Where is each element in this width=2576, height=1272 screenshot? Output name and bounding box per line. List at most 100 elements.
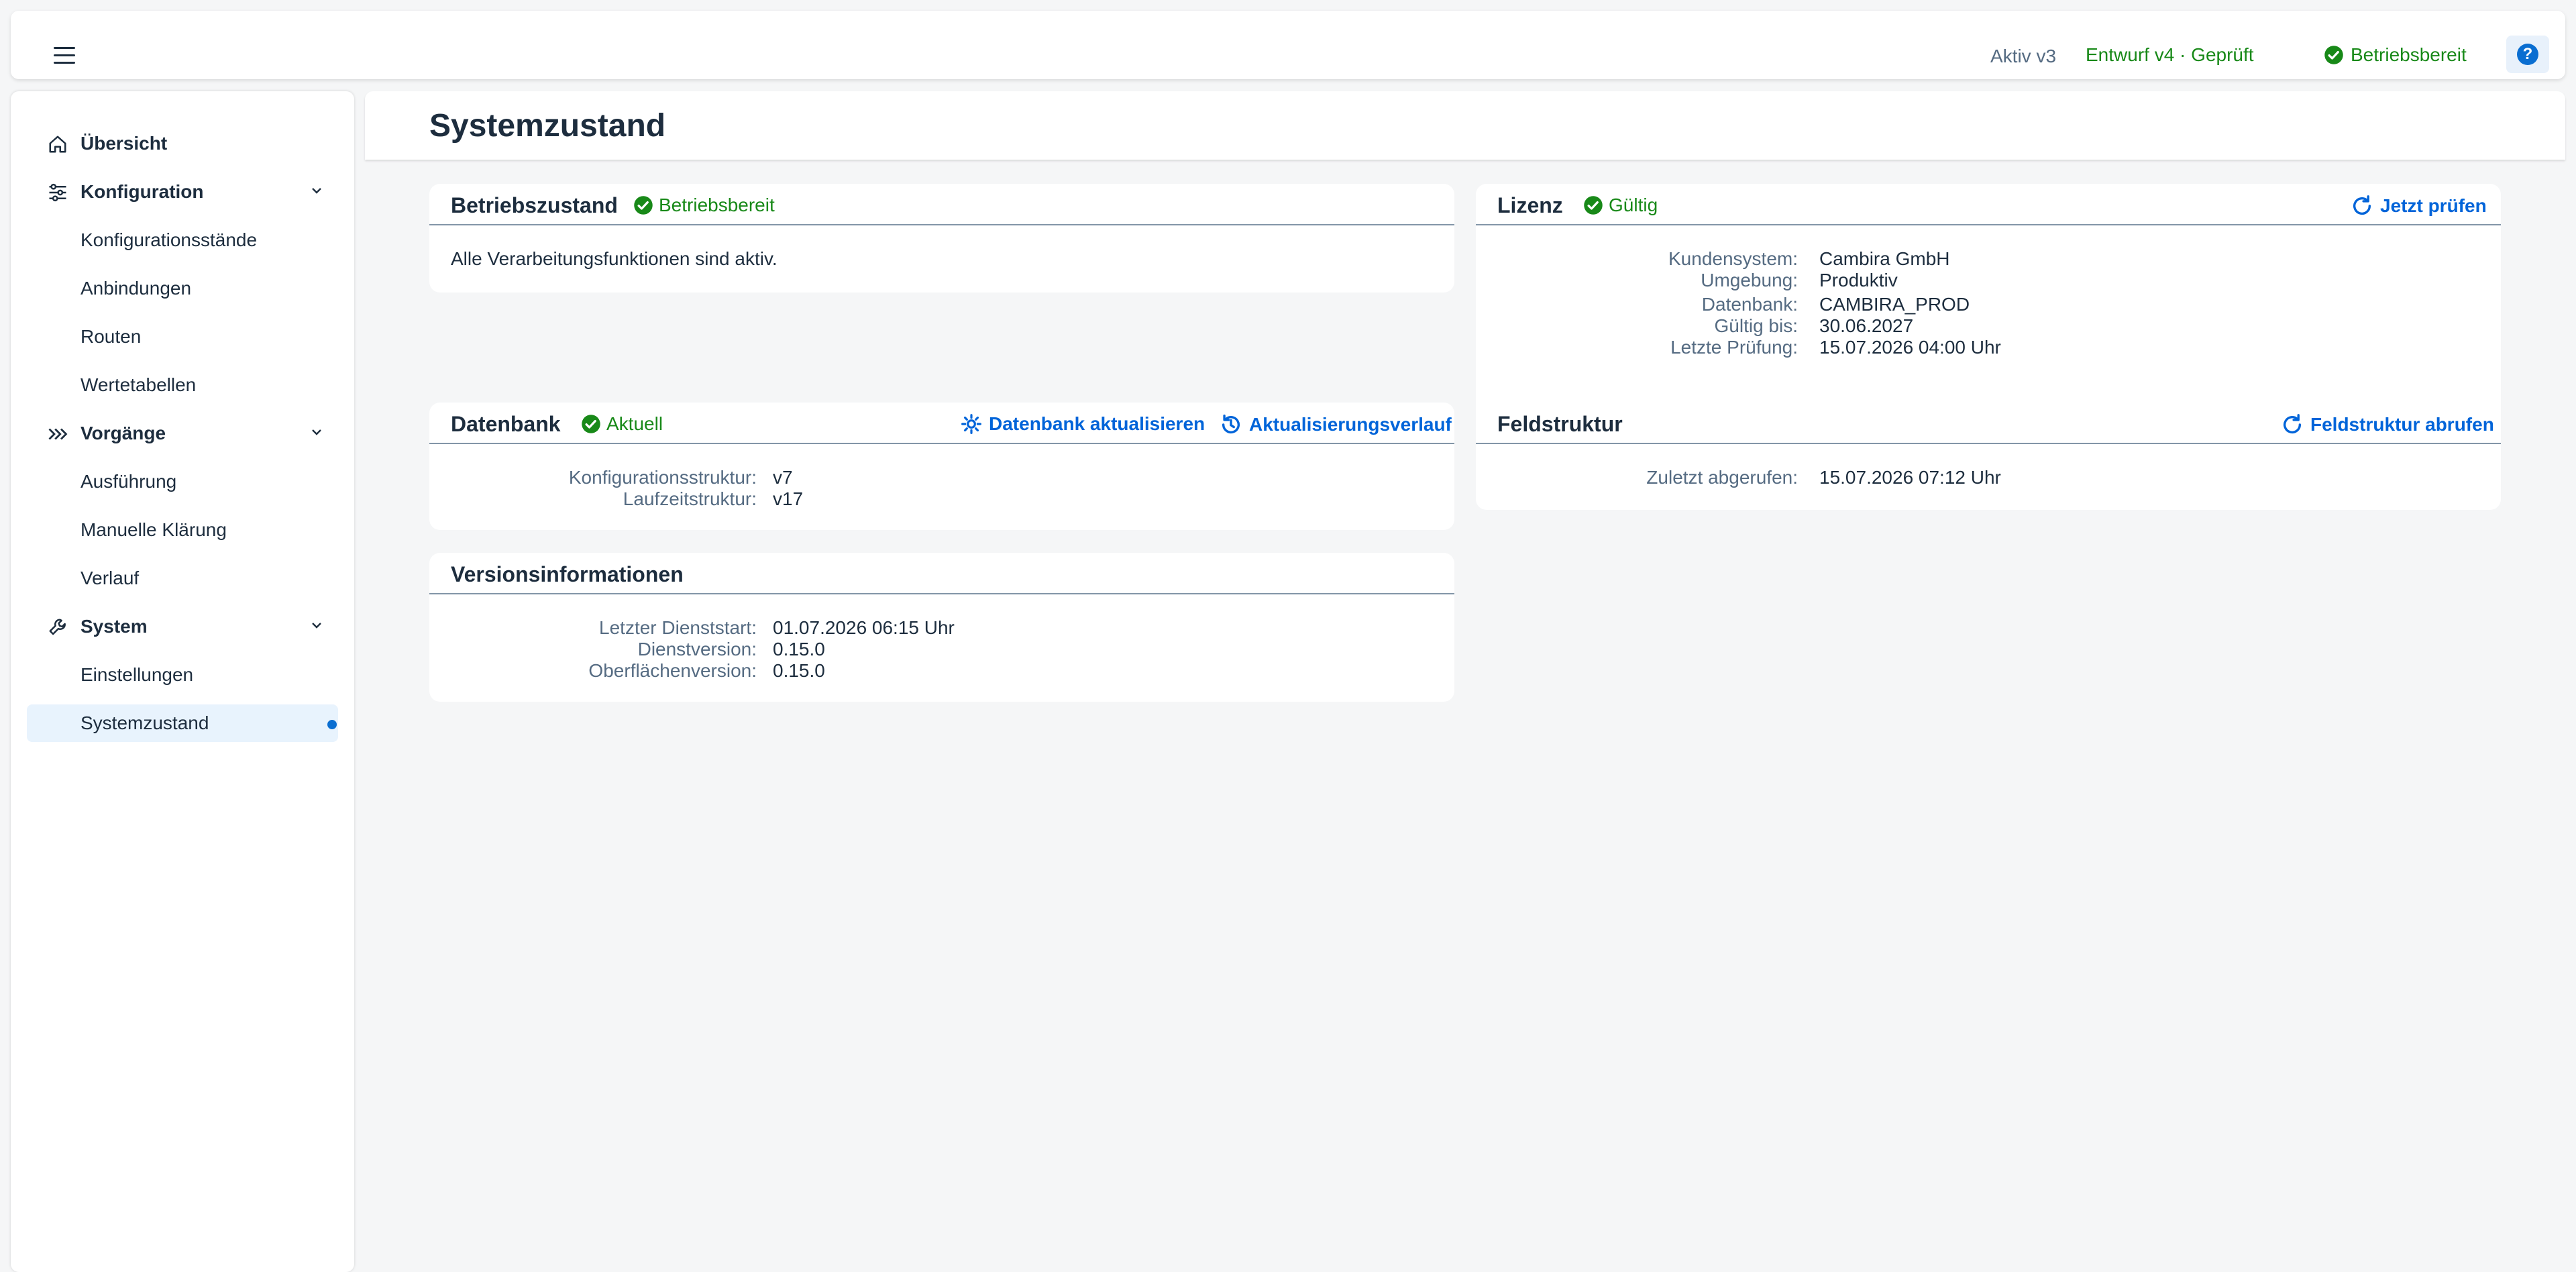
update-database-label: Datenbank aktualisieren — [989, 413, 1205, 434]
sidebar-item-label: Anbindungen — [80, 278, 192, 299]
operational-status-card: Betriebszustand Betriebsbereit Alle Vera… — [429, 184, 1454, 293]
home-icon — [49, 136, 66, 153]
page-header: Systemzustand — [365, 91, 2565, 160]
license-value: Cambira GmbH — [1819, 248, 1950, 269]
selected-indicator — [327, 720, 337, 729]
card-title: Datenbank — [451, 412, 561, 436]
check-circle-icon — [1584, 196, 1603, 215]
sidebar-item-ausfuehrung[interactable]: Ausführung — [27, 463, 338, 500]
version-key: Dienstversion: — [637, 639, 757, 659]
license-key: Datenbank: — [1701, 294, 1798, 315]
card-title: Lizenz — [1497, 193, 1563, 217]
process-arrows-icon — [48, 428, 68, 440]
license-value: 30.06.2027 — [1819, 315, 1914, 336]
check-now-button[interactable]: Jetzt prüfen — [2351, 195, 2487, 217]
sidebar: Übersicht Konfiguration Konfigurationsst… — [11, 91, 354, 1272]
fetch-field-structure-button[interactable]: Feldstruktur abrufen — [2281, 413, 2494, 436]
shell-bar: Aktiv v3 Entwurf v4 · Geprüft Betriebsbe… — [11, 11, 2565, 79]
field-structure-value: 15.07.2026 07:12 Uhr — [1819, 467, 2001, 488]
sidebar-item-label: System — [80, 616, 148, 637]
license-value: 15.07.2026 04:00 Uhr — [1819, 337, 2001, 358]
check-circle-icon — [2324, 46, 2343, 64]
check-circle-icon — [634, 196, 653, 215]
license-value: CAMBIRA_PROD — [1819, 294, 1970, 315]
status-text: Betriebsbereit — [659, 195, 775, 215]
sidebar-item-manuelle-klaerung[interactable]: Manuelle Klärung — [27, 511, 338, 549]
card-header: Datenbank Aktuell Datenbank aktualisiere… — [429, 403, 1454, 444]
update-database-button[interactable]: Datenbank aktualisieren — [961, 413, 1205, 435]
card-header: Lizenz Gültig Jetzt prüfen — [1476, 184, 2501, 225]
update-history-button[interactable]: Aktualisierungsverlauf — [1220, 413, 1452, 436]
sidebar-item-uebersicht[interactable]: Übersicht — [27, 125, 338, 162]
menu-icon[interactable] — [54, 47, 75, 64]
sidebar-item-label: Ausführung — [80, 471, 177, 492]
sidebar-item-routen[interactable]: Routen — [27, 318, 338, 356]
status-badge: Aktuell — [581, 413, 663, 435]
version-value: 0.15.0 — [773, 660, 825, 681]
status-badge: Betriebsbereit — [633, 195, 775, 216]
main-content: Systemzustand Betriebszustand Betriebsbe… — [365, 91, 2565, 1272]
version-key: Oberflächenversion: — [588, 660, 757, 681]
card-header: Betriebszustand Betriebsbereit — [429, 184, 1454, 225]
system-status-indicator[interactable]: Betriebsbereit — [2324, 42, 2467, 68]
chevron-down-icon — [312, 188, 321, 194]
sidebar-item-systemzustand[interactable]: Systemzustand — [27, 704, 338, 742]
update-history-label: Aktualisierungsverlauf — [1249, 414, 1452, 435]
database-value: v7 — [773, 467, 793, 488]
sidebar-item-verlauf[interactable]: Verlauf — [27, 560, 338, 597]
check-now-label: Jetzt prüfen — [2380, 195, 2487, 216]
card-title: Betriebszustand — [451, 193, 618, 217]
check-circle-icon — [582, 415, 600, 433]
refresh-icon — [2283, 414, 2302, 433]
sidebar-item-system[interactable]: System — [27, 608, 338, 645]
draft-version-label[interactable]: Entwurf v4 · Geprüft — [2086, 42, 2254, 68]
sidebar-item-label: Einstellungen — [80, 664, 194, 685]
status-badge: Gültig — [1583, 195, 1658, 216]
sidebar-item-label: Vorgänge — [80, 423, 166, 443]
license-key: Umgebung: — [1701, 270, 1798, 290]
fetch-field-structure-label: Feldstruktur abrufen — [2310, 414, 2494, 435]
license-key: Kundensystem: — [1668, 248, 1798, 269]
help-icon: ? — [2517, 44, 2538, 65]
active-version-label[interactable]: Aktiv v3 — [1990, 43, 2056, 70]
field-structure-key: Zuletzt abgerufen: — [1646, 467, 1798, 488]
sidebar-item-konfigurationsstaende[interactable]: Konfigurationsstände — [27, 221, 338, 259]
version-value: 0.15.0 — [773, 639, 825, 659]
status-text: Gültig — [1609, 195, 1658, 215]
sidebar-item-label: Verlauf — [80, 568, 140, 588]
wrench-icon — [49, 619, 66, 635]
sidebar-item-vorgaenge[interactable]: Vorgänge — [27, 415, 338, 452]
card-header: Feldstruktur Feldstruktur abrufen — [1476, 403, 2501, 444]
operational-status-text: Alle Verarbeitungsfunktionen sind aktiv. — [451, 248, 777, 269]
system-status-text: Betriebsbereit — [2351, 44, 2467, 65]
database-key: Konfigurationsstruktur: — [568, 467, 757, 488]
field-structure-card: Feldstruktur Feldstruktur abrufen Zuletz… — [1476, 403, 2501, 510]
help-button[interactable]: ? — [2506, 36, 2549, 73]
sidebar-item-label: Übersicht — [80, 133, 168, 154]
sidebar-item-konfiguration[interactable]: Konfiguration — [27, 173, 338, 211]
sidebar-item-label: Wertetabellen — [80, 374, 197, 395]
database-key: Laufzeitstruktur: — [623, 488, 757, 509]
license-value: Produktiv — [1819, 270, 1898, 290]
sidebar-item-label: Manuelle Klärung — [80, 519, 227, 540]
card-header: Versionsinformationen — [429, 553, 1454, 594]
sliders-icon — [49, 183, 66, 202]
license-key: Gültig bis: — [1714, 315, 1799, 336]
version-value: 01.07.2026 06:15 Uhr — [773, 617, 955, 638]
gear-sync-icon — [961, 414, 981, 434]
card-title: Versionsinformationen — [451, 562, 684, 586]
card-title: Feldstruktur — [1497, 412, 1623, 436]
chevron-down-icon — [312, 623, 321, 629]
chevron-down-icon — [312, 429, 321, 435]
sidebar-item-label: Systemzustand — [80, 712, 209, 733]
database-card: Datenbank Aktuell Datenbank aktualisiere… — [429, 403, 1454, 530]
sidebar-item-label: Konfiguration — [80, 181, 204, 202]
version-key: Letzter Dienststart: — [599, 617, 757, 638]
database-value: v17 — [773, 488, 804, 509]
sidebar-item-label: Konfigurationsstände — [80, 229, 258, 250]
sidebar-item-anbindungen[interactable]: Anbindungen — [27, 270, 338, 307]
sidebar-item-wertetabellen[interactable]: Wertetabellen — [27, 366, 338, 404]
refresh-icon — [2353, 195, 2371, 215]
status-text: Aktuell — [606, 413, 663, 434]
sidebar-item-einstellungen[interactable]: Einstellungen — [27, 656, 338, 694]
